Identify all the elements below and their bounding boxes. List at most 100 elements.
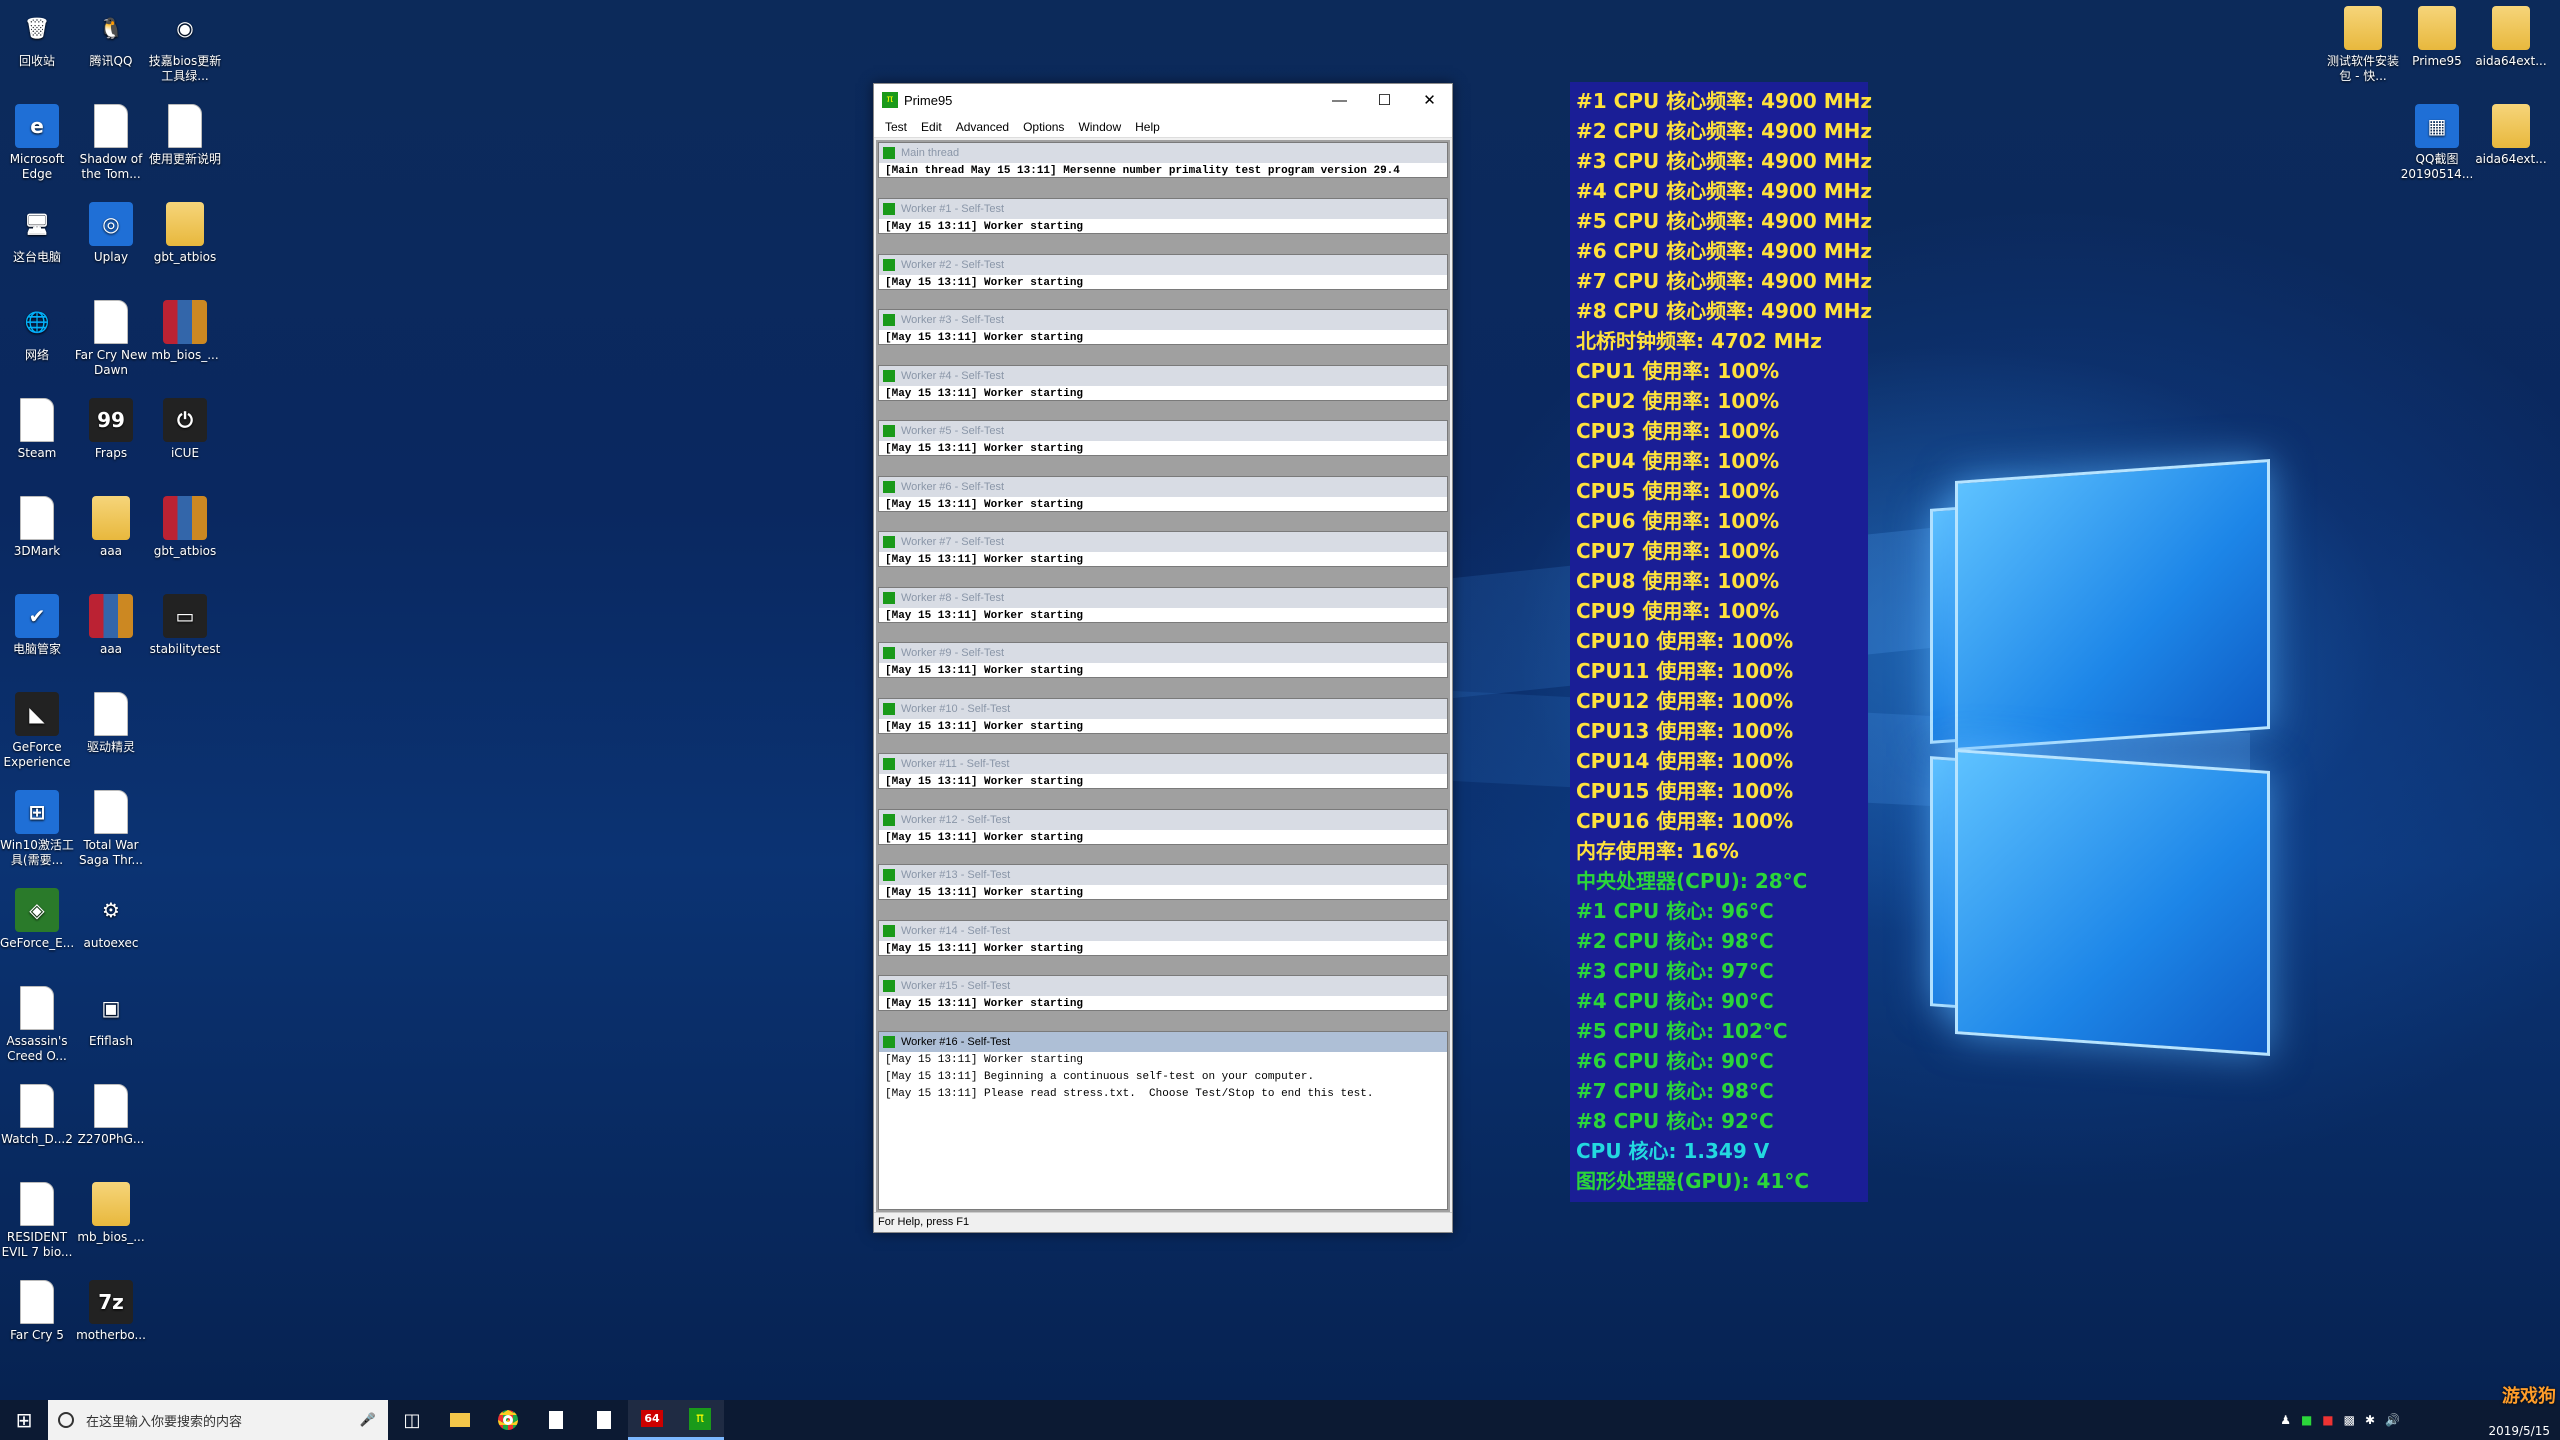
search-box[interactable]: 在这里输入你要搜索的内容 🎤: [48, 1400, 388, 1440]
worker-window[interactable]: Worker #15 - Self-Test [May 15 13:11] Wor…: [878, 975, 1448, 1011]
desktop-icon[interactable]: Assassin's Creed O...: [0, 986, 74, 1064]
menu-item[interactable]: Help: [1128, 120, 1167, 134]
chrome-icon[interactable]: [484, 1400, 532, 1440]
worker-title-bar[interactable]: Worker #12 - Self-Test: [879, 809, 1447, 830]
worker-window[interactable]: Worker #1 - Self-Test [May 15 13:11] Work…: [878, 198, 1448, 234]
worker-title-bar[interactable]: Worker #14 - Self-Test: [879, 920, 1447, 941]
worker-window-active[interactable]: Worker #16 - Self-Test [May 15 13:11] Wor…: [878, 1030, 1448, 1210]
desktop-icon[interactable]: ▦ QQ截图20190514...: [2400, 104, 2474, 182]
desktop-icon[interactable]: aaa: [74, 594, 148, 657]
file-explorer-icon[interactable]: [436, 1400, 484, 1440]
desktop-icon[interactable]: Total War Saga Thr...: [74, 790, 148, 868]
desktop-icon[interactable]: 🖥 这台电脑: [0, 202, 74, 265]
worker-title-bar[interactable]: Worker #1 - Self-Test: [879, 199, 1447, 219]
network-icon[interactable]: ▩: [2344, 1413, 2355, 1427]
desktop-icon[interactable]: gbt_atbios: [148, 202, 222, 265]
desktop-icon[interactable]: aaa: [74, 496, 148, 559]
desktop-icon[interactable]: ✔ 电脑管家: [0, 594, 74, 657]
worker-title-bar[interactable]: Worker #4 - Self-Test: [879, 365, 1447, 386]
desktop-icon[interactable]: e Microsoft Edge: [0, 104, 74, 182]
start-button[interactable]: ⊞: [0, 1400, 48, 1440]
title-bar[interactable]: π Prime95 — ☐ ✕: [874, 84, 1452, 116]
worker-title-bar[interactable]: Worker #7 - Self-Test: [879, 532, 1447, 552]
worker-window[interactable]: Worker #11 - Self-Test [May 15 13:11] Wor…: [878, 753, 1448, 789]
worker-window[interactable]: Worker #2 - Self-Test [May 15 13:11] Work…: [878, 253, 1448, 290]
worker-window[interactable]: Worker #10 - Self-Test [May 15 13:11] Wor…: [878, 697, 1448, 734]
desktop-icon[interactable]: ◉ 技嘉bios更新工具绿...: [148, 6, 222, 84]
desktop-icon[interactable]: 7z motherbo...: [74, 1280, 148, 1343]
desktop-icon[interactable]: 驱动精灵: [74, 692, 148, 755]
desktop-icon[interactable]: Watch_D...2: [0, 1084, 74, 1147]
maximize-button[interactable]: ☐: [1362, 84, 1407, 116]
menu-item[interactable]: Window: [1071, 120, 1128, 134]
desktop-icon[interactable]: ◎ Uplay: [74, 202, 148, 265]
worker-title-bar[interactable]: Worker #15 - Self-Test: [879, 976, 1447, 996]
worker-title-bar[interactable]: Worker #8 - Self-Test: [879, 587, 1447, 608]
task-view-icon[interactable]: ◫: [388, 1400, 436, 1440]
worker-window[interactable]: Main thread [Main thread May 15 13:11] Me…: [878, 142, 1448, 178]
desktop-icon[interactable]: Shadow of the Tom...: [74, 104, 148, 182]
desktop-icon[interactable]: 测试软件安装包 - 快...: [2326, 6, 2400, 84]
worker-window[interactable]: Worker #13 - Self-Test [May 15 13:11] Wor…: [878, 864, 1448, 900]
menu-item[interactable]: Options: [1016, 120, 1071, 134]
desktop-icon[interactable]: Z270PhG...: [74, 1084, 148, 1147]
prime95-window[interactable]: π Prime95 — ☐ ✕ Test Edit Advanced Options W…: [873, 83, 1453, 1233]
prime95-icon[interactable]: π: [676, 1400, 724, 1440]
minimize-button[interactable]: —: [1317, 84, 1362, 116]
document-icon[interactable]: [532, 1400, 580, 1440]
desktop-icon[interactable]: 🌐 网络: [0, 300, 74, 363]
menu-item[interactable]: Advanced: [949, 120, 1016, 134]
desktop-icon[interactable]: ◈ GeForce_E...: [0, 888, 74, 951]
desktop-icon[interactable]: aida64ext...: [2474, 104, 2548, 167]
desktop-icon[interactable]: aida64ext...: [2474, 6, 2548, 69]
worker-window[interactable]: Worker #3 - Self-Test [May 15 13:11] Work…: [878, 309, 1448, 345]
desktop-icon[interactable]: ⏻ iCUE: [148, 398, 222, 461]
document-icon[interactable]: [580, 1400, 628, 1440]
desktop-icon[interactable]: Far Cry New Dawn: [74, 300, 148, 378]
worker-title-bar[interactable]: Worker #3 - Self-Test: [879, 310, 1447, 330]
aida64-tray-icon[interactable]: ■: [2322, 1413, 2333, 1427]
worker-title-bar[interactable]: Worker #5 - Self-Test: [879, 421, 1447, 441]
desktop-icon[interactable]: 🐧 腾讯QQ: [74, 6, 148, 69]
tray-app-icon[interactable]: ■: [2301, 1413, 2312, 1427]
worker-title-bar[interactable]: Worker #16 - Self-Test: [879, 1031, 1447, 1052]
menu-item[interactable]: Edit: [914, 120, 949, 134]
desktop-icon[interactable]: 99 Fraps: [74, 398, 148, 461]
worker-title-bar[interactable]: Worker #2 - Self-Test: [879, 254, 1447, 275]
worker-window[interactable]: Worker #8 - Self-Test [May 15 13:11] Work…: [878, 586, 1448, 623]
desktop-icon[interactable]: gbt_atbios: [148, 496, 222, 559]
worker-title-bar[interactable]: Worker #10 - Self-Test: [879, 698, 1447, 719]
menu-item[interactable]: Test: [878, 120, 914, 134]
desktop-icon[interactable]: ▭ stabilitytest: [148, 594, 222, 657]
microphone-icon[interactable]: 🎤: [348, 1413, 388, 1428]
desktop-icon[interactable]: RESIDENT EVIL 7 bio...: [0, 1182, 74, 1260]
worker-title-bar[interactable]: Worker #11 - Self-Test: [879, 754, 1447, 774]
people-icon[interactable]: ♟: [2280, 1413, 2291, 1427]
desktop-icon[interactable]: ◣ GeForce Experience: [0, 692, 74, 770]
worker-title-bar[interactable]: Main thread: [879, 143, 1447, 163]
desktop-icon[interactable]: mb_bios_...: [74, 1182, 148, 1245]
desktop-icon[interactable]: Prime95: [2400, 6, 2474, 69]
desktop-icon[interactable]: mb_bios_...: [148, 300, 222, 363]
worker-title-bar[interactable]: Worker #6 - Self-Test: [879, 476, 1447, 497]
desktop-icon[interactable]: Far Cry 5: [0, 1280, 74, 1343]
desktop-icon[interactable]: 🗑 回收站: [0, 6, 74, 69]
desktop-icon[interactable]: ⚙ autoexec: [74, 888, 148, 951]
aida64-icon[interactable]: 64: [628, 1400, 676, 1440]
worker-window[interactable]: Worker #6 - Self-Test [May 15 13:11] Work…: [878, 475, 1448, 512]
worker-window[interactable]: Worker #5 - Self-Test [May 15 13:11] Work…: [878, 420, 1448, 456]
worker-title-bar[interactable]: Worker #13 - Self-Test: [879, 865, 1447, 885]
desktop-icon[interactable]: ▣ Efiflash: [74, 986, 148, 1049]
close-button[interactable]: ✕: [1407, 84, 1452, 116]
worker-window[interactable]: Worker #12 - Self-Test [May 15 13:11] Wor…: [878, 808, 1448, 845]
bluetooth-icon[interactable]: ✱: [2365, 1413, 2375, 1427]
volume-icon[interactable]: 🔊: [2385, 1413, 2400, 1427]
worker-window[interactable]: Worker #4 - Self-Test [May 15 13:11] Work…: [878, 364, 1448, 401]
worker-window[interactable]: Worker #7 - Self-Test [May 15 13:11] Work…: [878, 531, 1448, 567]
desktop-icon[interactable]: ⊞ Win10激活工具(需要...: [0, 790, 74, 868]
desktop-icon[interactable]: 使用更新说明: [148, 104, 222, 167]
worker-window[interactable]: Worker #9 - Self-Test [May 15 13:11] Work…: [878, 642, 1448, 678]
worker-window[interactable]: Worker #14 - Self-Test [May 15 13:11] Wor…: [878, 919, 1448, 956]
desktop-icon[interactable]: 3DMark: [0, 496, 74, 559]
worker-title-bar[interactable]: Worker #9 - Self-Test: [879, 643, 1447, 663]
